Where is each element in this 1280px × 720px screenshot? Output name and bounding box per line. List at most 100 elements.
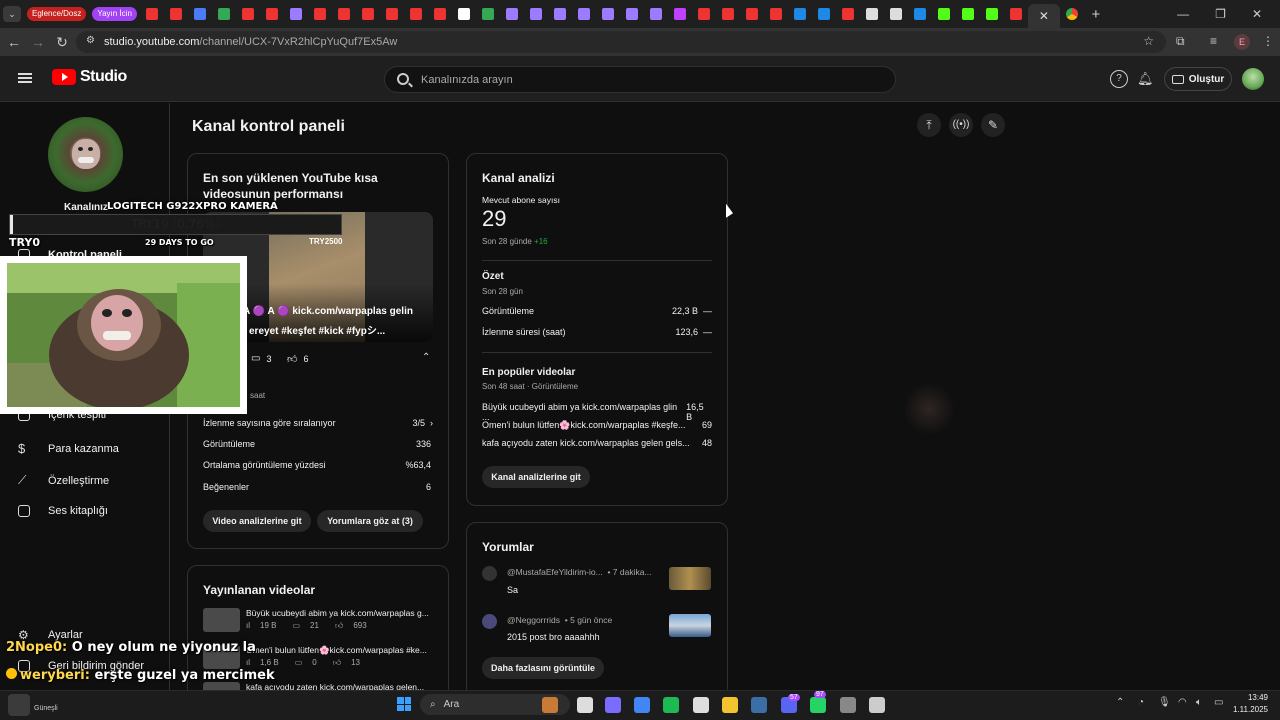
browser-tab[interactable] — [140, 0, 164, 28]
help-icon[interactable]: ? — [1110, 70, 1128, 88]
browser-tab[interactable] — [836, 0, 860, 28]
browser-tab[interactable] — [1004, 0, 1028, 28]
account-avatar[interactable] — [1242, 68, 1264, 90]
back-icon[interactable]: ← — [2, 34, 26, 50]
browser-tab[interactable] — [884, 0, 908, 28]
browser-tab[interactable] — [860, 0, 884, 28]
channel-search-input[interactable]: Kanalınızda arayın — [384, 66, 896, 93]
go-live-icon[interactable]: ((•)) — [949, 113, 973, 137]
commenter-avatar[interactable] — [482, 566, 497, 581]
reading-list-icon[interactable]: ≡ — [1210, 34, 1217, 48]
folder-icon[interactable] — [722, 697, 738, 713]
browser-tab[interactable] — [956, 0, 980, 28]
upload-icon[interactable]: ⤒ — [917, 113, 941, 137]
browser-tab[interactable] — [188, 0, 212, 28]
reload-icon[interactable]: ↻ — [50, 34, 74, 51]
network-icon[interactable]: ◔ — [1138, 697, 1144, 708]
forward-icon[interactable]: → — [26, 34, 50, 50]
tab-group-eglence[interactable]: Eglence/Dosz — [27, 7, 87, 21]
tray-chevron-icon[interactable]: ⌃ — [1116, 697, 1124, 708]
browser-tab[interactable] — [788, 0, 812, 28]
browser-tab[interactable] — [620, 0, 644, 28]
top-video-row[interactable]: kafa açıyodu zaten kick.com/warpaplas ge… — [482, 438, 712, 448]
create-button[interactable]: Oluştur — [1164, 67, 1232, 91]
notifications-bell-icon[interactable]: 🔔︎ — [1137, 71, 1154, 87]
browser-tab[interactable] — [692, 0, 716, 28]
chevron-up-icon[interactable]: ⌃ — [422, 352, 430, 363]
browser-tab[interactable] — [668, 0, 692, 28]
active-tab[interactable]: ✕ — [1027, 4, 1060, 28]
published-video-title[interactable]: Omen'i bulun lütfen🌸kick.com/warpaplas #… — [246, 645, 427, 656]
browser-tab[interactable] — [980, 0, 1004, 28]
create-post-icon[interactable]: ✎ — [981, 113, 1005, 137]
published-video-thumb[interactable] — [203, 608, 240, 632]
obs-icon[interactable] — [840, 697, 856, 713]
top-video-row[interactable]: Omen'i bulun lütfen🌸kick.com/warpaplas #… — [482, 420, 712, 431]
twitch-icon[interactable] — [693, 697, 709, 713]
sidebar-item-customization[interactable]: ⟋ Özelleştirme — [18, 473, 109, 488]
copilot-icon[interactable] — [605, 697, 621, 713]
browser-tab[interactable] — [644, 0, 668, 28]
published-video-title[interactable]: Büyük ucubeydi abim ya kick.com/warpapla… — [246, 608, 429, 618]
close-window-icon[interactable]: ✕ — [1252, 7, 1262, 21]
browser-tab[interactable] — [548, 0, 572, 28]
bookmark-star-icon[interactable]: ☆ — [1143, 34, 1154, 48]
new-tab-button[interactable]: + — [1084, 0, 1108, 28]
close-icon[interactable]: ✕ — [1039, 9, 1049, 23]
browser-tab[interactable] — [308, 0, 332, 28]
clock-date[interactable]: 1.11.2025 — [1226, 705, 1268, 714]
browser-tab[interactable] — [908, 0, 932, 28]
tab-group-yayin[interactable]: Yayın İcin — [92, 7, 137, 21]
browser-tab[interactable] — [572, 0, 596, 28]
comment-video-thumb[interactable] — [669, 567, 711, 590]
food-icon[interactable] — [542, 697, 558, 713]
commenter-avatar[interactable] — [482, 614, 497, 629]
top-video-row[interactable]: Büyük ucubeydi abim ya kick.com/warpapla… — [482, 402, 712, 422]
menu-kebab-icon[interactable]: ⋮ — [1262, 34, 1274, 48]
browser-tab[interactable] — [812, 0, 836, 28]
steam-icon[interactable] — [751, 697, 767, 713]
channel-avatar[interactable] — [48, 117, 123, 192]
minimize-icon[interactable]: — — [1177, 7, 1189, 21]
browser-tab[interactable] — [212, 0, 236, 28]
browser-tab[interactable] — [596, 0, 620, 28]
browser-tab[interactable] — [332, 0, 356, 28]
volume-icon[interactable]: 🔈︎ — [1196, 697, 1202, 708]
browser-tab[interactable] — [284, 0, 308, 28]
profile-avatar[interactable]: E — [1234, 34, 1250, 50]
terminal-icon[interactable] — [869, 697, 885, 713]
view-comments-button[interactable]: Yorumlara göz at (3) — [317, 510, 423, 532]
wifi-icon[interactable]: ◠ — [1178, 697, 1187, 708]
browser-tab[interactable] — [404, 0, 428, 28]
windows-start-icon[interactable] — [397, 697, 411, 711]
ranking-row[interactable]: İzlenme sayısına göre sıralanıyor 3/5 › — [203, 418, 433, 428]
browser-tab[interactable] — [932, 0, 956, 28]
browser-tab[interactable] — [476, 0, 500, 28]
browser-tab[interactable] — [236, 0, 260, 28]
browser-tab[interactable] — [500, 0, 524, 28]
studio-logo[interactable]: Studio — [52, 68, 127, 86]
battery-icon[interactable]: ▭ — [1214, 697, 1223, 708]
sidebar-item-monetization[interactable]: $ Para kazanma — [18, 441, 119, 456]
comment-video-thumb[interactable] — [669, 614, 711, 637]
weather-icon[interactable] — [8, 694, 30, 716]
file-manager-icon[interactable] — [577, 697, 593, 713]
browser-tab[interactable] — [524, 0, 548, 28]
browser-tab[interactable] — [380, 0, 404, 28]
browser-tab[interactable] — [452, 0, 476, 28]
whatsapp-icon[interactable] — [810, 697, 826, 713]
tab-list-button[interactable]: ⌄ — [0, 0, 24, 28]
chrome-icon[interactable] — [634, 697, 650, 713]
browser-tab[interactable] — [716, 0, 740, 28]
clock-time[interactable]: 13:49 — [1236, 693, 1268, 702]
url-field[interactable]: ⚙ studio.youtube.com/channel/UCX-7VxR2hl… — [76, 31, 1166, 53]
browser-tab[interactable] — [740, 0, 764, 28]
browser-tab[interactable] — [356, 0, 380, 28]
browser-tab[interactable] — [164, 0, 188, 28]
sidebar-item-audio-library[interactable]: Ses kitaplığı — [18, 505, 108, 517]
restore-icon[interactable]: ❐ — [1215, 7, 1226, 21]
microphone-icon[interactable]: 🎙︎ — [1158, 697, 1171, 708]
browser-tab[interactable] — [428, 0, 452, 28]
channel-analytics-button[interactable]: Kanal analizlerine git — [482, 466, 590, 488]
view-more-comments-button[interactable]: Daha fazlasını görüntüle — [482, 657, 604, 679]
